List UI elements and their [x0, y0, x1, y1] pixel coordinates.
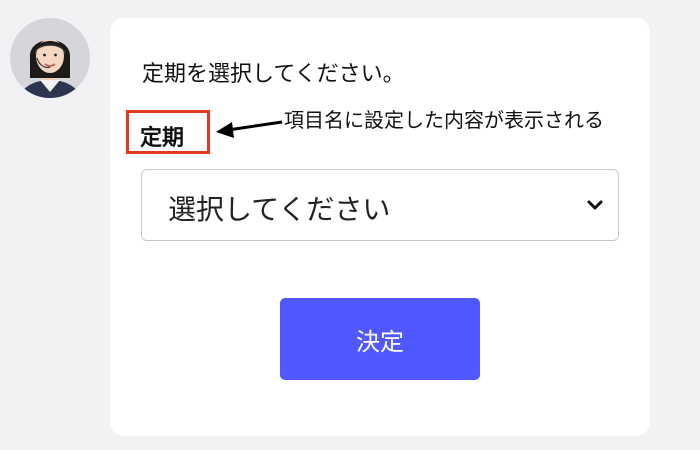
operator-avatar	[10, 18, 90, 98]
annotation-text: 項目名に設定した内容が表示される	[284, 108, 604, 132]
chevron-down-icon	[587, 200, 603, 210]
annotation-arrow-icon	[216, 120, 283, 138]
field-label: 定期	[140, 126, 185, 151]
prompt-text: 定期を選択してください。	[142, 62, 405, 87]
chat-screen: 定期を選択してください。 定期 項目名に設定した内容が表示される 選択してくださ…	[0, 0, 700, 450]
avatar-image	[10, 18, 90, 98]
select-current-value: 選択してください	[168, 193, 391, 226]
term-select[interactable]: 選択してください	[141, 169, 619, 241]
chat-bubble-card: 定期を選択してください。 定期 項目名に設定した内容が表示される 選択してくださ…	[110, 18, 650, 436]
submit-button[interactable]: 決定	[280, 298, 480, 380]
